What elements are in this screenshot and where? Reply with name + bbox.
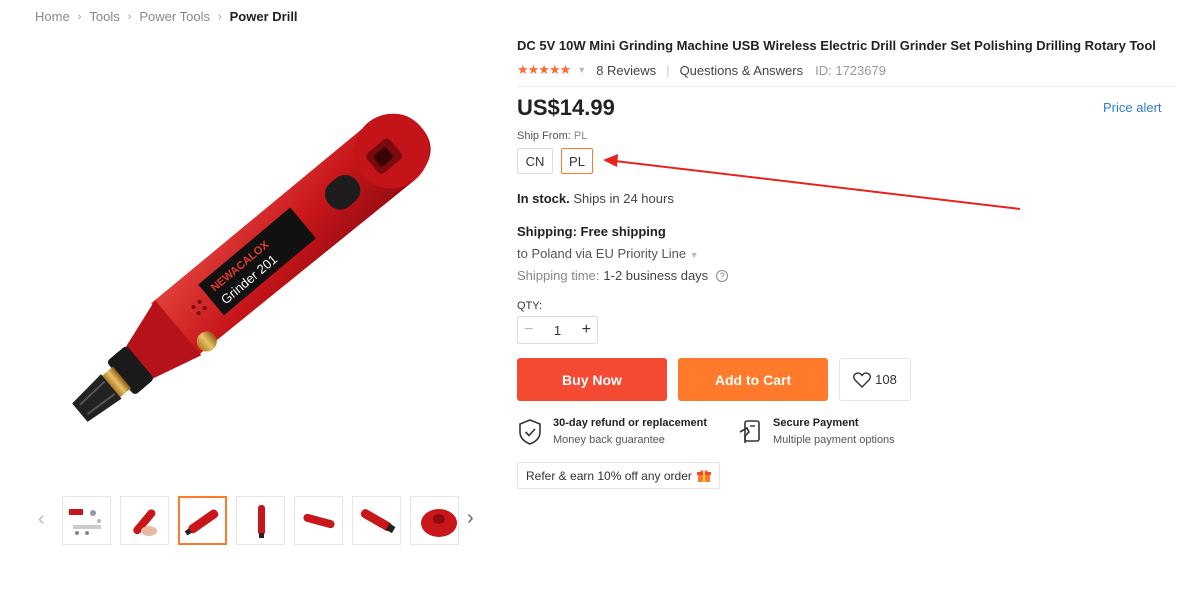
divider: | bbox=[666, 62, 670, 78]
chevron-down-icon: ▼ bbox=[689, 250, 699, 260]
wishlist-count: 108 bbox=[875, 372, 897, 387]
add-to-cart-button[interactable]: Add to Cart bbox=[678, 358, 828, 401]
shipping-time-label: Shipping time: bbox=[517, 268, 600, 283]
secure-payment-title: Secure Payment bbox=[773, 417, 859, 429]
secure-payment-icon bbox=[739, 420, 760, 443]
ship-from-option-cn[interactable]: CN bbox=[517, 148, 553, 174]
thumbnail-1[interactable] bbox=[62, 496, 111, 545]
product-title: DC 5V 10W Mini Grinding Machine USB Wire… bbox=[517, 38, 1156, 53]
shipping-method-select[interactable]: to Poland via EU Priority Line ▼ bbox=[517, 246, 699, 261]
help-icon[interactable]: ? bbox=[716, 269, 729, 282]
thumbnail-7[interactable] bbox=[410, 496, 459, 545]
stock-status: In stock. Ships in 24 hours bbox=[517, 191, 674, 206]
price: US$14.99 bbox=[517, 95, 615, 120]
product-id: ID: 1723679 bbox=[815, 62, 886, 78]
reviews-link[interactable]: 8 Reviews bbox=[596, 63, 656, 78]
wishlist-button[interactable]: 108 bbox=[839, 358, 911, 401]
chevron-left-icon[interactable]: ‹ bbox=[38, 508, 45, 531]
shipping-time-value: 1-2 business days bbox=[603, 268, 709, 283]
thumbnail-4[interactable] bbox=[236, 496, 285, 545]
secure-payment-subtitle: Multiple payment options bbox=[773, 434, 895, 446]
refund-subtitle: Money back guarantee bbox=[553, 434, 665, 446]
quantity-label: QTY: bbox=[517, 300, 543, 312]
stock-status-label: In stock. bbox=[517, 191, 570, 206]
secure-payment: Secure Payment Multiple payment options bbox=[737, 416, 895, 449]
ship-from-caption: Ship From: bbox=[517, 130, 571, 142]
ship-from-option-pl[interactable]: PL bbox=[561, 148, 593, 174]
quantity-increase-button[interactable]: + bbox=[582, 321, 591, 339]
product-meta: ★★★★★ ▼ 8 Reviews | Questions & Answers … bbox=[517, 62, 886, 78]
chevron-right-icon: › bbox=[77, 10, 82, 23]
thumbnail-3-active[interactable] bbox=[178, 496, 227, 545]
divider bbox=[517, 86, 1175, 87]
gift-icon bbox=[696, 469, 711, 482]
chevron-right-icon: › bbox=[217, 10, 222, 23]
chevron-right-icon[interactable]: › bbox=[467, 507, 474, 530]
refund-guarantee: 30-day refund or replacement Money back … bbox=[517, 416, 707, 449]
thumbnail-strip bbox=[62, 496, 459, 545]
breadcrumb-tools[interactable]: Tools bbox=[89, 9, 119, 24]
star-rating: ★★★★★ bbox=[517, 62, 571, 77]
chevron-down-icon[interactable]: ▼ bbox=[577, 65, 586, 75]
quantity-decrease-button[interactable]: − bbox=[524, 321, 533, 339]
shield-check-icon bbox=[519, 419, 541, 445]
chevron-right-icon: › bbox=[127, 10, 132, 23]
refer-earn-banner[interactable]: Refer & earn 10% off any order bbox=[517, 462, 720, 489]
thumbnail-5[interactable] bbox=[294, 496, 343, 545]
breadcrumb: Home › Tools › Power Tools › Power Drill bbox=[35, 9, 298, 24]
breadcrumb-current: Power Drill bbox=[229, 9, 298, 24]
refund-title: 30-day refund or replacement bbox=[553, 417, 708, 429]
breadcrumb-power-tools[interactable]: Power Tools bbox=[139, 9, 210, 24]
thumbnail-6[interactable] bbox=[352, 496, 401, 545]
buy-now-button[interactable]: Buy Now bbox=[517, 358, 667, 401]
quantity-stepper: − + bbox=[517, 316, 598, 344]
thumbnail-2[interactable] bbox=[120, 496, 169, 545]
shipping-destination: to Poland via EU Priority Line bbox=[517, 246, 687, 261]
ship-from-label: Ship From: PL bbox=[517, 130, 587, 142]
rotary-tool-image: NEWACALOX Grinder 201 bbox=[72, 113, 431, 422]
price-alert-link[interactable]: Price alert bbox=[1103, 100, 1162, 115]
breadcrumb-home[interactable]: Home bbox=[35, 9, 70, 24]
product-main-image[interactable]: NEWACALOX Grinder 201 bbox=[30, 60, 500, 460]
shipping-time: Shipping time: 1-2 business days ? bbox=[517, 268, 729, 283]
stock-detail: Ships in 24 hours bbox=[573, 191, 674, 206]
questions-answers-link[interactable]: Questions & Answers bbox=[680, 63, 804, 78]
shipping-heading: Shipping: Free shipping bbox=[517, 224, 666, 239]
refer-label: Refer & earn 10% off any order bbox=[526, 468, 692, 483]
ship-from-selected: PL bbox=[573, 130, 588, 142]
quantity-input[interactable] bbox=[545, 322, 570, 338]
heart-icon bbox=[853, 371, 872, 388]
